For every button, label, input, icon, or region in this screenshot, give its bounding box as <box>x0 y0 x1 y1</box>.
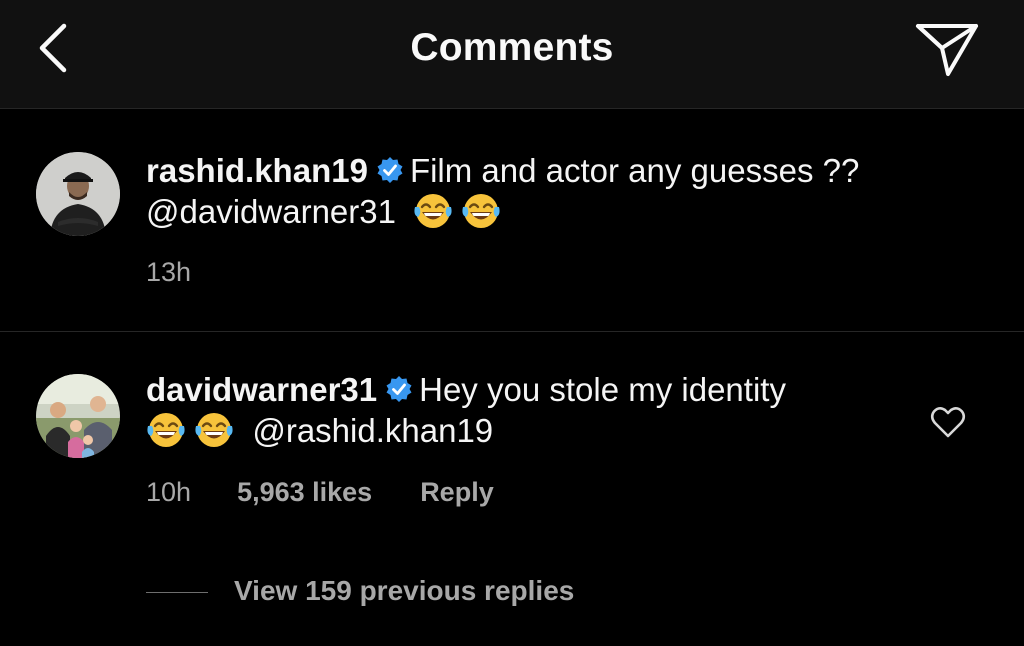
heart-icon <box>930 407 966 438</box>
comment-item: rashid.khan19 Film and actor any guesses … <box>0 109 1024 332</box>
comment-body: Film and actor any guesses ?? <box>409 152 860 189</box>
mention-link[interactable]: @rashid.khan19 <box>252 412 493 449</box>
like-button[interactable] <box>928 402 968 442</box>
verified-badge-icon <box>386 376 412 402</box>
page-title: Comments <box>410 26 614 69</box>
replies-divider-line <box>146 592 208 593</box>
comment-meta: 13h <box>146 257 191 288</box>
comment-text: rashid.khan19 Film and actor any guesses … <box>146 151 926 232</box>
header-bar: Comments <box>0 0 1024 109</box>
comment-body: Hey you stole my identity <box>419 371 786 408</box>
paper-plane-icon <box>916 24 978 76</box>
avatar-photo <box>36 152 120 236</box>
reply-button[interactable]: Reply <box>420 477 494 508</box>
comment-timestamp: 10h <box>146 477 192 507</box>
laughing-emoji-icon <box>146 410 186 450</box>
avatar-photo <box>36 374 120 458</box>
likes-count[interactable]: 5,963 likes <box>237 477 372 508</box>
comment-username[interactable]: davidwarner31 <box>146 371 377 408</box>
comment-text: davidwarner31 Hey you stole my identity @… <box>146 370 926 451</box>
avatar[interactable] <box>36 374 120 458</box>
verified-badge-icon <box>377 157 403 183</box>
laughing-emoji-icon <box>194 410 234 450</box>
view-replies-label: View 159 previous replies <box>234 575 575 606</box>
laughing-emoji-icon <box>413 191 453 231</box>
comment-meta: 10h 5,963 likes Reply <box>146 477 494 508</box>
comment-timestamp: 13h <box>146 257 192 287</box>
share-button[interactable] <box>912 18 982 80</box>
avatar[interactable] <box>36 152 120 236</box>
mention-link[interactable]: @davidwarner31 <box>146 193 396 230</box>
laughing-emoji-icon <box>461 191 501 231</box>
comment-username[interactable]: rashid.khan19 <box>146 152 368 189</box>
comment-item: davidwarner31 Hey you stole my identity @… <box>0 332 1024 646</box>
